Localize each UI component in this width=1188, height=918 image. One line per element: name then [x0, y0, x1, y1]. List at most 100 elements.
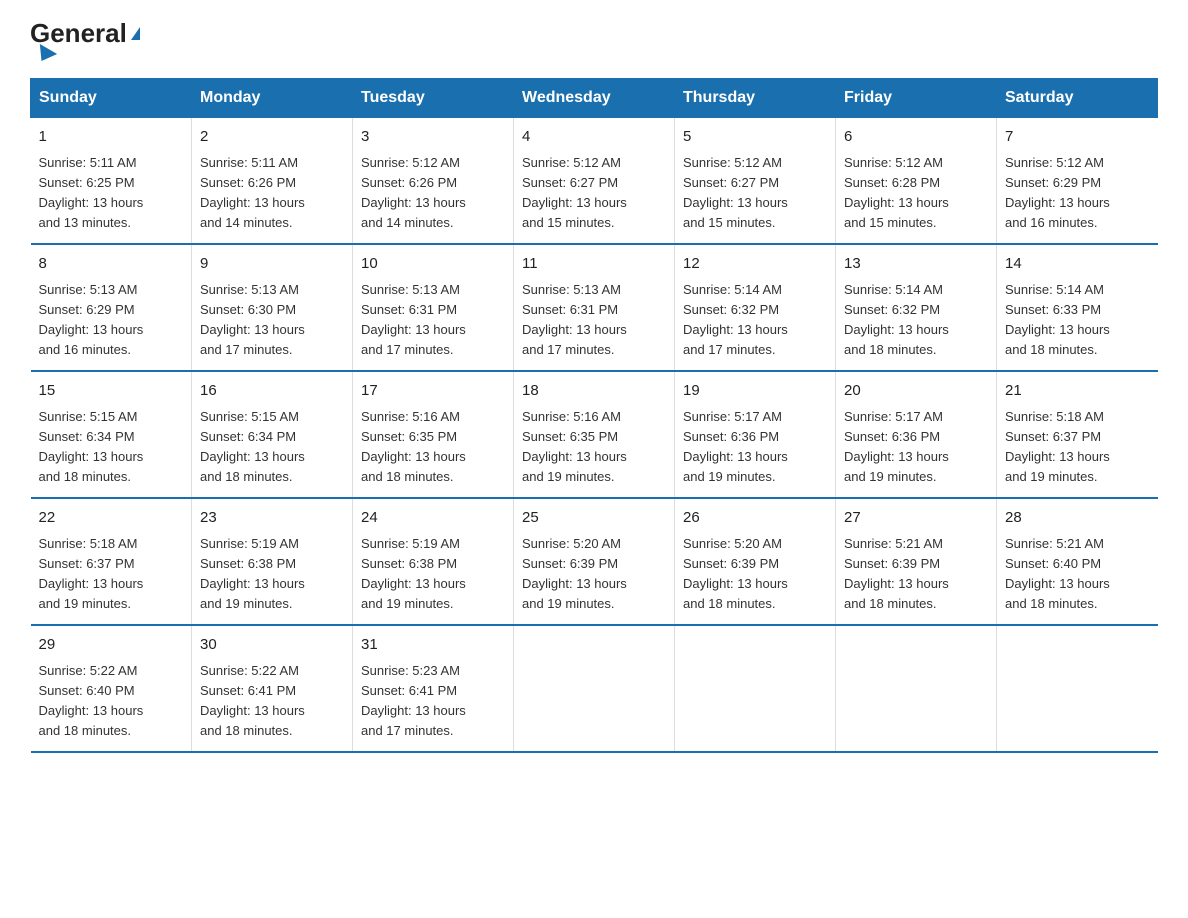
calendar-day-cell: 12 Sunrise: 5:14 AMSunset: 6:32 PMDayligh… — [675, 244, 836, 371]
calendar-day-cell: 27Sunrise: 5:21 AMSunset: 6:39 PMDayligh… — [836, 498, 997, 625]
calendar-day-cell: 22Sunrise: 5:18 AMSunset: 6:37 PMDayligh… — [31, 498, 192, 625]
day-info: Sunrise: 5:15 AMSunset: 6:34 PMDaylight:… — [39, 407, 184, 488]
day-number: 24 — [361, 507, 505, 530]
calendar-table: SundayMondayTuesdayWednesdayThursdayFrid… — [30, 78, 1158, 753]
day-info: Sunrise: 5:20 AMSunset: 6:39 PMDaylight:… — [522, 534, 666, 615]
day-number: 28 — [1005, 507, 1150, 530]
day-number: 13 — [844, 253, 988, 276]
calendar-day-cell: 9 Sunrise: 5:13 AMSunset: 6:30 PMDaylight… — [192, 244, 353, 371]
day-of-week-header: Tuesday — [353, 79, 514, 118]
day-info: Sunrise: 5:15 AMSunset: 6:34 PMDaylight:… — [200, 407, 344, 488]
day-number: 7 — [1005, 126, 1150, 149]
day-number: 17 — [361, 380, 505, 403]
day-number: 10 — [361, 253, 505, 276]
day-number: 4 — [522, 126, 666, 149]
day-info: Sunrise: 5:23 AMSunset: 6:41 PMDaylight:… — [361, 661, 505, 742]
day-number: 2 — [200, 126, 344, 149]
calendar-day-cell: 14 Sunrise: 5:14 AMSunset: 6:33 PMDayligh… — [997, 244, 1158, 371]
day-number: 9 — [200, 253, 344, 276]
calendar-day-cell: 8 Sunrise: 5:13 AMSunset: 6:29 PMDaylight… — [31, 244, 192, 371]
day-info: Sunrise: 5:22 AMSunset: 6:40 PMDaylight:… — [39, 661, 184, 742]
day-number: 8 — [39, 253, 184, 276]
logo-blue-text — [30, 46, 55, 60]
day-of-week-header: Sunday — [31, 79, 192, 118]
calendar-day-cell: 21Sunrise: 5:18 AMSunset: 6:37 PMDayligh… — [997, 371, 1158, 498]
day-of-week-header: Wednesday — [514, 79, 675, 118]
calendar-day-cell: 24Sunrise: 5:19 AMSunset: 6:38 PMDayligh… — [353, 498, 514, 625]
day-number: 19 — [683, 380, 827, 403]
calendar-day-cell: 20Sunrise: 5:17 AMSunset: 6:36 PMDayligh… — [836, 371, 997, 498]
calendar-day-cell: 17 Sunrise: 5:16 AMSunset: 6:35 PMDayligh… — [353, 371, 514, 498]
day-info: Sunrise: 5:13 AMSunset: 6:31 PMDaylight:… — [522, 280, 666, 361]
day-info: Sunrise: 5:14 AMSunset: 6:32 PMDaylight:… — [683, 280, 827, 361]
day-info: Sunrise: 5:16 AMSunset: 6:35 PMDaylight:… — [361, 407, 505, 488]
calendar-day-cell — [675, 625, 836, 752]
calendar-week-row: 22Sunrise: 5:18 AMSunset: 6:37 PMDayligh… — [31, 498, 1158, 625]
day-number: 26 — [683, 507, 827, 530]
day-info: Sunrise: 5:14 AMSunset: 6:33 PMDaylight:… — [1005, 280, 1150, 361]
day-of-week-header: Monday — [192, 79, 353, 118]
day-info: Sunrise: 5:12 AMSunset: 6:27 PMDaylight:… — [522, 153, 666, 234]
day-info: Sunrise: 5:11 AMSunset: 6:26 PMDaylight:… — [200, 153, 344, 234]
calendar-day-cell: 16 Sunrise: 5:15 AMSunset: 6:34 PMDayligh… — [192, 371, 353, 498]
day-number: 1 — [39, 126, 184, 149]
day-number: 15 — [39, 380, 184, 403]
calendar-day-cell: 28 Sunrise: 5:21 AMSunset: 6:40 PMDayligh… — [997, 498, 1158, 625]
calendar-day-cell: 10 Sunrise: 5:13 AMSunset: 6:31 PMDayligh… — [353, 244, 514, 371]
calendar-day-cell: 4 Sunrise: 5:12 AMSunset: 6:27 PMDaylight… — [514, 118, 675, 245]
day-info: Sunrise: 5:13 AMSunset: 6:29 PMDaylight:… — [39, 280, 184, 361]
logo-general-text: General — [30, 20, 140, 46]
day-info: Sunrise: 5:19 AMSunset: 6:38 PMDaylight:… — [200, 534, 344, 615]
calendar-week-row: 8 Sunrise: 5:13 AMSunset: 6:29 PMDaylight… — [31, 244, 1158, 371]
logo-triangle-icon — [33, 44, 57, 66]
day-info: Sunrise: 5:11 AMSunset: 6:25 PMDaylight:… — [39, 153, 184, 234]
day-info: Sunrise: 5:12 AMSunset: 6:28 PMDaylight:… — [844, 153, 988, 234]
calendar-header-row: SundayMondayTuesdayWednesdayThursdayFrid… — [31, 79, 1158, 118]
logo: General — [30, 20, 140, 60]
day-number: 16 — [200, 380, 344, 403]
day-info: Sunrise: 5:18 AMSunset: 6:37 PMDaylight:… — [39, 534, 184, 615]
day-info: Sunrise: 5:21 AMSunset: 6:40 PMDaylight:… — [1005, 534, 1150, 615]
day-number: 30 — [200, 634, 344, 657]
calendar-week-row: 15 Sunrise: 5:15 AMSunset: 6:34 PMDayligh… — [31, 371, 1158, 498]
calendar-day-cell: 31 Sunrise: 5:23 AMSunset: 6:41 PMDayligh… — [353, 625, 514, 752]
calendar-week-row: 29 Sunrise: 5:22 AMSunset: 6:40 PMDayligh… — [31, 625, 1158, 752]
calendar-day-cell: 19Sunrise: 5:17 AMSunset: 6:36 PMDayligh… — [675, 371, 836, 498]
calendar-day-cell: 18Sunrise: 5:16 AMSunset: 6:35 PMDayligh… — [514, 371, 675, 498]
calendar-day-cell: 5Sunrise: 5:12 AMSunset: 6:27 PMDaylight… — [675, 118, 836, 245]
day-number: 6 — [844, 126, 988, 149]
day-info: Sunrise: 5:12 AMSunset: 6:26 PMDaylight:… — [361, 153, 505, 234]
calendar-day-cell — [997, 625, 1158, 752]
day-number: 29 — [39, 634, 184, 657]
day-number: 23 — [200, 507, 344, 530]
calendar-day-cell: 23 Sunrise: 5:19 AMSunset: 6:38 PMDayligh… — [192, 498, 353, 625]
calendar-day-cell: 2 Sunrise: 5:11 AMSunset: 6:26 PMDaylight… — [192, 118, 353, 245]
day-number: 21 — [1005, 380, 1150, 403]
calendar-day-cell: 11 Sunrise: 5:13 AMSunset: 6:31 PMDayligh… — [514, 244, 675, 371]
calendar-day-cell: 26Sunrise: 5:20 AMSunset: 6:39 PMDayligh… — [675, 498, 836, 625]
day-number: 3 — [361, 126, 505, 149]
calendar-day-cell: 15 Sunrise: 5:15 AMSunset: 6:34 PMDayligh… — [31, 371, 192, 498]
day-info: Sunrise: 5:13 AMSunset: 6:30 PMDaylight:… — [200, 280, 344, 361]
day-of-week-header: Saturday — [997, 79, 1158, 118]
calendar-day-cell — [514, 625, 675, 752]
calendar-day-cell — [836, 625, 997, 752]
day-number: 12 — [683, 253, 827, 276]
page-header: General — [30, 20, 1158, 60]
day-info: Sunrise: 5:12 AMSunset: 6:29 PMDaylight:… — [1005, 153, 1150, 234]
day-number: 11 — [522, 253, 666, 276]
day-number: 31 — [361, 634, 505, 657]
calendar-day-cell: 6 Sunrise: 5:12 AMSunset: 6:28 PMDaylight… — [836, 118, 997, 245]
calendar-day-cell: 1 Sunrise: 5:11 AMSunset: 6:25 PMDaylight… — [31, 118, 192, 245]
day-number: 20 — [844, 380, 988, 403]
day-info: Sunrise: 5:13 AMSunset: 6:31 PMDaylight:… — [361, 280, 505, 361]
day-info: Sunrise: 5:16 AMSunset: 6:35 PMDaylight:… — [522, 407, 666, 488]
day-info: Sunrise: 5:12 AMSunset: 6:27 PMDaylight:… — [683, 153, 827, 234]
day-info: Sunrise: 5:14 AMSunset: 6:32 PMDaylight:… — [844, 280, 988, 361]
calendar-day-cell: 29 Sunrise: 5:22 AMSunset: 6:40 PMDayligh… — [31, 625, 192, 752]
day-info: Sunrise: 5:22 AMSunset: 6:41 PMDaylight:… — [200, 661, 344, 742]
day-number: 14 — [1005, 253, 1150, 276]
calendar-day-cell: 3 Sunrise: 5:12 AMSunset: 6:26 PMDaylight… — [353, 118, 514, 245]
calendar-day-cell: 13 Sunrise: 5:14 AMSunset: 6:32 PMDayligh… — [836, 244, 997, 371]
day-number: 27 — [844, 507, 988, 530]
